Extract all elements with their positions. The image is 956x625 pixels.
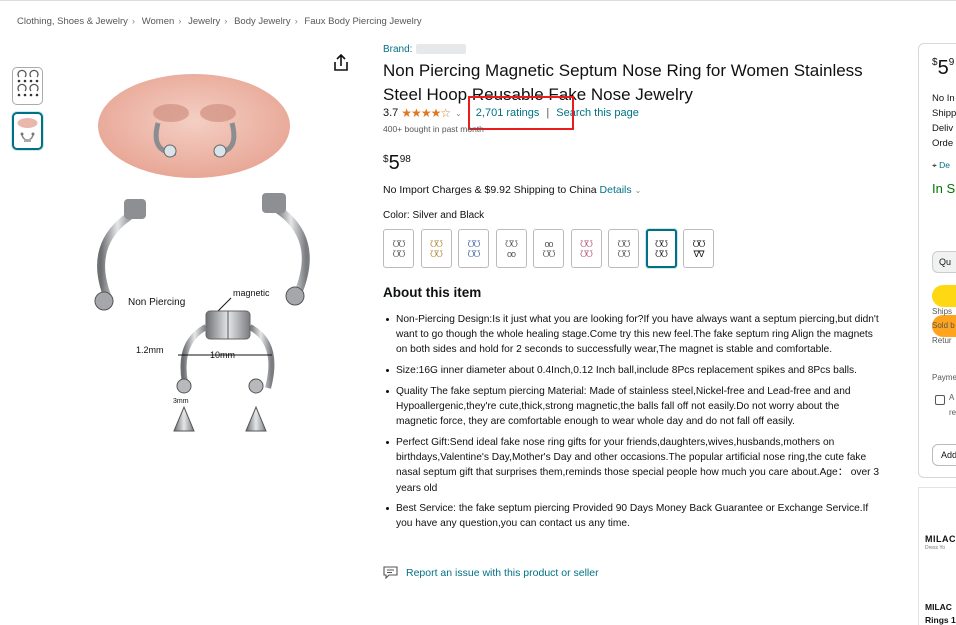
nose-thumbnail-icon [17,118,38,142]
rings-thumbnail-icon [16,69,39,97]
color-swatch[interactable]: ᘮᘮ ᘮᘮ [608,229,639,268]
header-divider [0,0,956,1]
main-product-image[interactable]: Non Piercing magnetic 10mm 1.2mm 3mm [46,43,360,455]
about-bullets: Non-Piercing Design:Is it just what you … [383,312,883,537]
share-icon[interactable] [330,52,352,74]
quantity-select[interactable]: Qu [932,251,956,273]
breadcrumb-item[interactable]: Body Jewelry [234,16,291,27]
image-thumbnails [12,67,43,157]
color-swatch[interactable]: ᘮᘮ ᘮᘮ [420,229,452,268]
bought-past-month: 400+ bought in past month [383,124,484,134]
chevron-down-icon[interactable]: ⌄ [455,109,462,118]
color-swatch[interactable]: ᘮᘮ ᘮᘮ [458,229,489,268]
buybox-import-text: No In [932,93,955,104]
ad-brand-tagline: Dress Yo [925,545,946,551]
color-swatches: ᘮᘮ ᘮᘮ ᘮᘮ ᘮᘮ ᘮᘮ ᘮᘮ ᘮᘮ oo oo ᘮᘮ ᘮᘮ ᘮᘮ ᘮᘮ ᘮᘮ ᘮᘮ ᘮᘮ … [383,229,721,268]
thumbnail-nose[interactable] [12,112,43,150]
chevron-down-icon[interactable]: ⌄ [635,186,642,195]
add-to-list-button[interactable]: Add [932,444,956,466]
product-photo-icon: Non Piercing magnetic 10mm 1.2mm 3mm [46,43,360,455]
payment-label: Payme [932,373,956,382]
price-dollars: 5 [388,152,400,174]
buybox-order-text: Orde [932,138,954,149]
breadcrumb-item[interactable]: Faux Body Piercing Jewelry [304,16,421,27]
breadcrumb-separator-icon: › [178,16,182,27]
shipping-text: No Import Charges & $9.92 Shipping to Ch… [383,184,597,196]
price-cents: 98 [399,154,411,165]
breadcrumb-separator-icon: › [294,16,298,27]
gift-label-a: A [949,393,955,402]
about-heading: About this item [383,285,482,300]
list-item: Size:16G inner diameter about 0.4Inch,0.… [383,363,883,378]
list-item: Non-Piercing Design:Is it just what you … [383,312,883,358]
swatch-rings-icon: ᘮᘮ ∇∇ [692,238,706,259]
thumbnail-rings[interactable] [12,67,43,105]
breadcrumb-item[interactable]: Clothing, Shoes & Jewelry [17,16,128,27]
ad-title-line1: MILAC [925,602,952,612]
buybox-price-dollars: 5 [937,57,949,79]
deliver-to[interactable]: ⌖ De [932,160,950,171]
color-swatch[interactable]: oo ᘮᘮ [533,229,564,268]
breadcrumb-item[interactable]: Jewelry [188,16,220,27]
swatch-rings-icon: oo ᘮᘮ [542,238,556,259]
swatch-rings-icon: ᘮᘮ ᘮᘮ [392,238,406,259]
sponsored-ad[interactable]: MILAC Dress Yo MILAC Rings 1 [918,487,956,625]
gift-checkbox[interactable] [935,395,945,405]
report-chat-icon [383,566,398,579]
label-10mm: 10mm [210,350,235,360]
label-non-piercing: Non Piercing [128,297,185,308]
list-item: Quality The fake septum piercing Materia… [383,384,883,430]
swatch-rings-icon: ᘮᘮ ᘮᘮ [617,238,631,259]
color-swatch[interactable]: ᘮᘮ ∇∇ [683,229,714,268]
list-item: Perfect Gift:Send ideal fake nose ring g… [383,435,883,496]
label-magnetic: magnetic [233,288,270,298]
color-swatch[interactable]: ᘮᘮ oo [495,229,527,268]
ships-from-label: Ships [932,307,953,316]
swatch-rings-icon: ᘮᘮ ᘮᘮ [580,238,593,259]
shipping-details-link[interactable]: Details [600,184,632,196]
shipping-info: No Import Charges & $9.92 Shipping to Ch… [383,184,641,196]
color-swatch[interactable]: ᘮᘮ ᘮᘮ [383,229,414,268]
label-3mm: 3mm [173,398,189,405]
buybox-price-cents: 9 [948,57,955,68]
report-issue-link[interactable]: Report an issue with this product or sel… [406,567,599,579]
buybox-shipping-text: Shipp [932,108,956,119]
add-to-cart-button[interactable] [932,285,956,307]
brand-name-redacted [416,44,467,55]
swatch-rings-icon: ᘮᘮ ᘮᘮ [655,238,668,259]
report-issue[interactable]: Report an issue with this product or sel… [383,566,599,579]
breadcrumb-separator-icon: › [131,16,136,27]
star-rating-icon[interactable]: ★★★★☆ [401,106,451,120]
price-symbol: $ [383,154,389,165]
deliver-to-label: De [939,160,951,170]
returns-label: Retur [932,336,952,345]
product-page: Clothing, Shoes & Jewelry › Women › Jewelr… [0,0,956,625]
color-swatch[interactable]: ᘮᘮ ᘮᘮ [570,229,602,268]
ad-title-line2: Rings 1 [925,615,956,625]
swatch-rings-icon: ᘮᘮ ᘮᘮ [430,238,443,259]
buybox-price: $59 [932,57,954,80]
rating-value: 3.7 [383,107,399,119]
breadcrumb-separator-icon: › [224,16,228,27]
buybox-delivery-text: Deliv [932,123,954,134]
in-stock-status: In S [932,181,956,196]
list-item: Best Service: the fake septum piercing P… [383,501,883,531]
color-swatch-selected[interactable]: ᘮᘮ ᘮᘮ [645,229,677,268]
breadcrumb: Clothing, Shoes & Jewelry › Women › Jewelr… [17,16,422,27]
brand-link[interactable]: Brand: [383,44,412,55]
breadcrumb-item[interactable]: Women [142,16,175,27]
swatch-rings-icon: ᘮᘮ ᘮᘮ [467,238,481,259]
ad-brand-logo: MILAC [925,534,956,544]
label-1-2mm: 1.2mm [136,345,164,355]
swatch-rings-icon: ᘮᘮ oo [505,238,518,259]
gift-label-b: re [949,408,956,417]
product-title: Non Piercing Magnetic Septum Nose Ring f… [383,61,863,104]
buy-box: $59 No In Shipp Deliv Orde ⌖ De In S Qu … [918,43,956,478]
location-pin-icon: ⌖ [932,160,937,170]
price: $598 [383,152,411,175]
color-label: Color: Silver and Black [383,210,485,221]
brand-row: Brand: [383,44,467,55]
sold-by-label: Sold b [932,321,955,330]
